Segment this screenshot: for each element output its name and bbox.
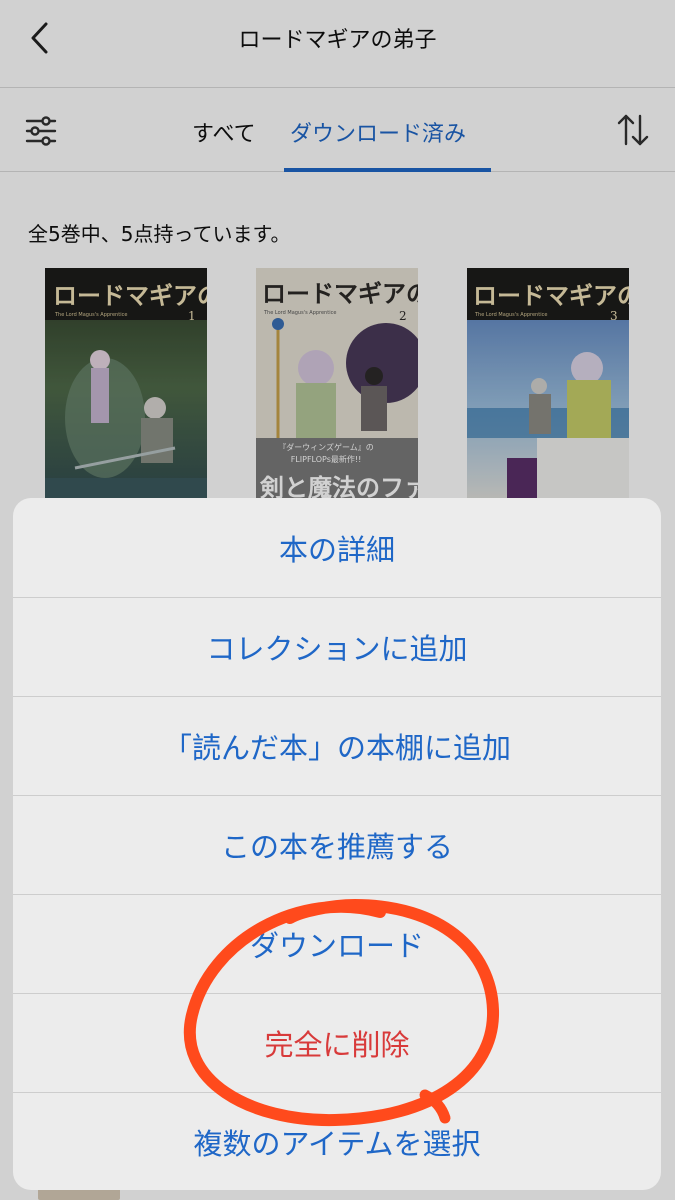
action-download[interactable]: ダウンロード	[13, 894, 661, 993]
action-sheet: 本の詳細 コレクションに追加 「読んだ本」の本棚に追加 この本を推薦する ダウン…	[13, 498, 661, 1190]
action-recommend-book[interactable]: この本を推薦する	[13, 795, 661, 894]
action-book-details[interactable]: 本の詳細	[13, 498, 661, 597]
action-select-multiple[interactable]: 複数のアイテムを選択	[13, 1092, 661, 1190]
action-delete-permanently[interactable]: 完全に削除	[13, 993, 661, 1092]
action-add-to-collection[interactable]: コレクションに追加	[13, 597, 661, 696]
action-add-to-read-shelf[interactable]: 「読んだ本」の本棚に追加	[13, 696, 661, 795]
